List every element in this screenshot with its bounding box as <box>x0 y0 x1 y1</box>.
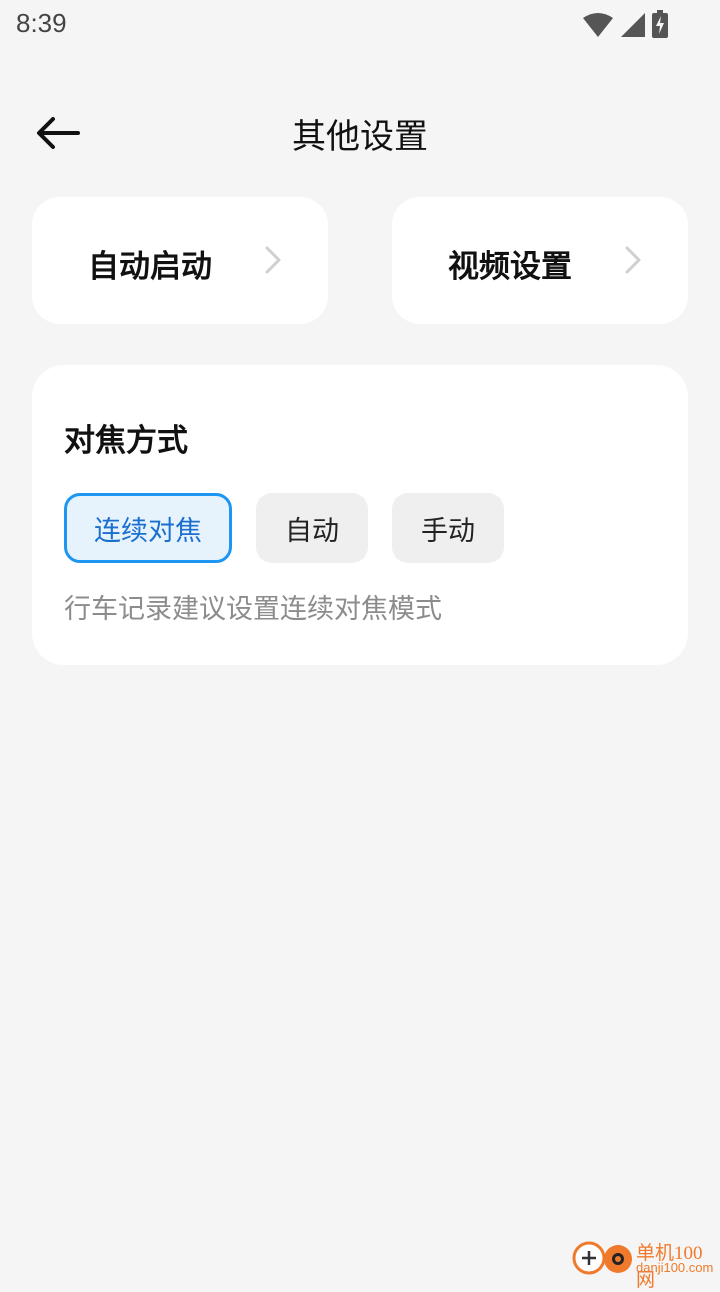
video-settings-label: 视频设置 <box>448 249 572 285</box>
cellular-signal-icon <box>621 13 645 37</box>
watermark-logo-icon <box>572 1241 632 1275</box>
watermark: 单机100网 danji100.com <box>570 1234 720 1291</box>
status-bar: 8:39 <box>0 0 720 50</box>
chevron-right-icon <box>625 246 641 274</box>
focus-mode-card: 对焦方式 连续对焦 自动 手动 行车记录建议设置连续对焦模式 <box>32 365 688 665</box>
page-title: 其他设置 <box>292 117 428 157</box>
video-settings-card[interactable]: 视频设置 <box>392 197 688 324</box>
wifi-icon <box>583 13 613 37</box>
focus-option-auto[interactable]: 自动 <box>256 493 368 563</box>
focus-option-continuous[interactable]: 连续对焦 <box>64 493 232 563</box>
auto-start-label: 自动启动 <box>88 249 212 285</box>
status-time: 8:39 <box>16 8 67 38</box>
header: 其他设置 <box>0 95 720 171</box>
chevron-right-icon <box>265 246 281 274</box>
focus-mode-hint: 行车记录建议设置连续对焦模式 <box>64 594 442 625</box>
focus-option-manual[interactable]: 手动 <box>392 493 504 563</box>
watermark-url: danji100.com <box>636 1260 714 1275</box>
battery-charging-icon <box>652 10 668 38</box>
status-icons <box>582 10 668 38</box>
focus-mode-title: 对焦方式 <box>64 423 188 459</box>
auto-start-card[interactable]: 自动启动 <box>32 197 328 324</box>
